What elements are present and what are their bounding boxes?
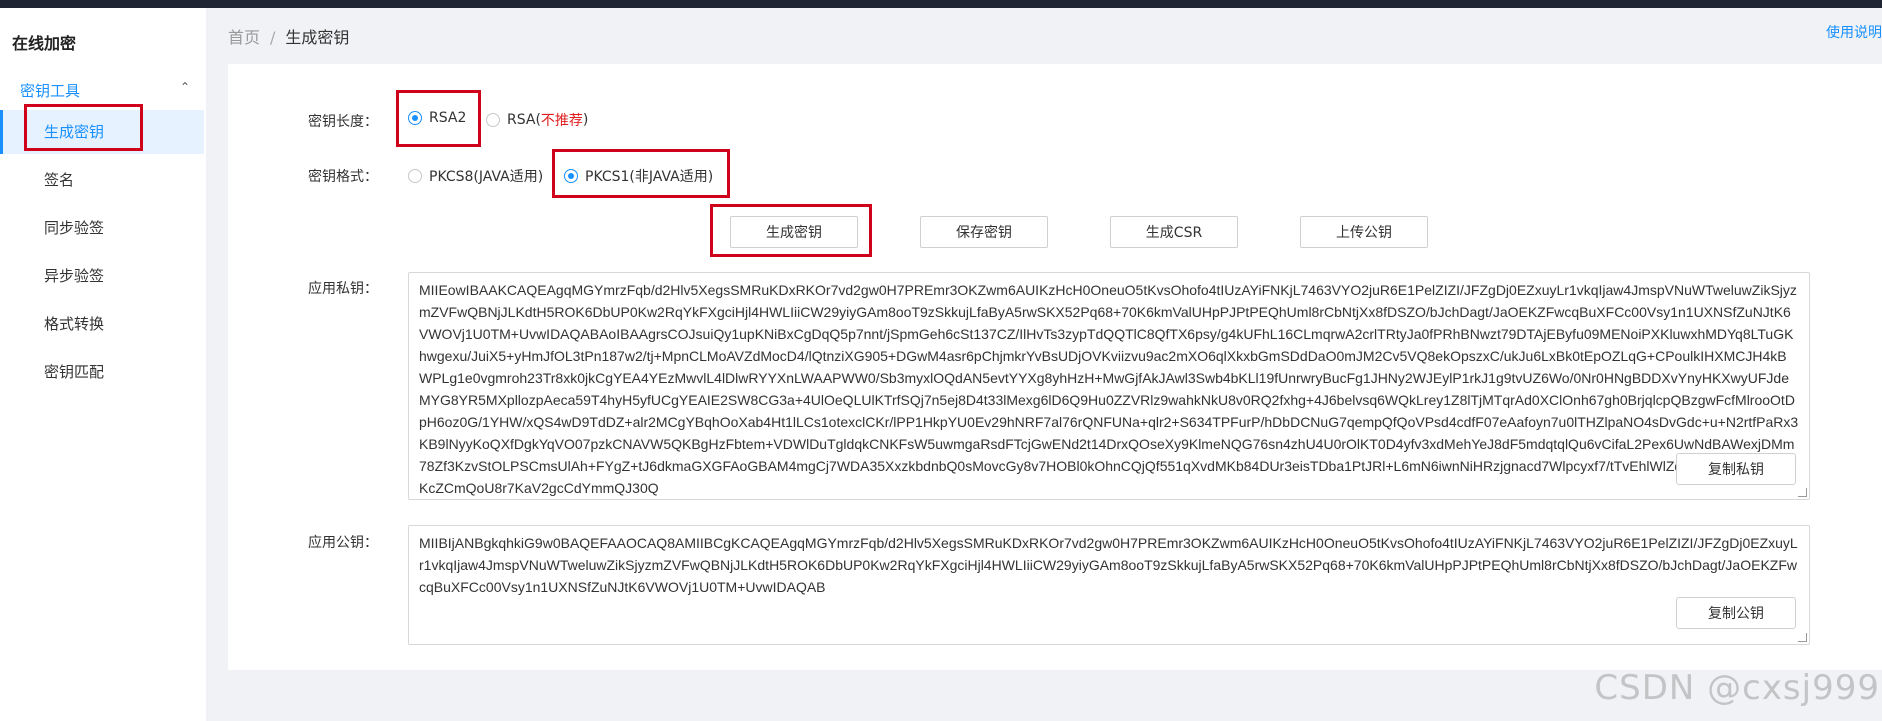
public-key-textarea[interactable]: MIIBIjANBgkqhkiG9w0BAQEFAAOCAQ8AMIIBCgKC… — [408, 525, 1810, 645]
radio-unselected-icon — [486, 113, 500, 127]
radio-rsa2-label: RSA2 — [429, 110, 467, 126]
public-key-label: 应用公钥： — [308, 535, 378, 551]
sidebar-item-label: 密钥匹配 — [44, 363, 105, 381]
sidebar: 在线加密 密钥工具 ⌃ 生成密钥 签名 同步验签 异步验签 格式转换 密钥匹配 — [0, 8, 206, 721]
breadcrumb: 首页 / 生成密钥 — [228, 24, 349, 48]
sidebar-item-sign[interactable]: 签名 — [0, 158, 204, 202]
sidebar-item-label: 签名 — [44, 171, 75, 189]
radio-selected-icon — [408, 111, 422, 125]
key-length-label: 密钥长度： — [308, 114, 378, 130]
sidebar-item-label: 同步验签 — [44, 219, 105, 237]
public-key-value: MIIBIjANBgkqhkiG9w0BAQEFAAOCAQ8AMIIBCgKC… — [419, 535, 1798, 595]
sidebar-group-key-tools[interactable]: 密钥工具 ⌃ — [20, 80, 190, 100]
sidebar-group-label: 密钥工具 — [20, 82, 81, 100]
breadcrumb-current: 生成密钥 — [285, 28, 350, 47]
sidebar-item-label: 生成密钥 — [44, 123, 105, 141]
key-format-label: 密钥格式： — [308, 169, 378, 185]
app-title: 在线加密 — [12, 34, 77, 53]
upload-public-key-button[interactable]: 上传公钥 — [1300, 216, 1428, 248]
radio-pkcs1[interactable]: PKCS1(非JAVA适用) — [564, 166, 713, 186]
not-recommended-note: 不推荐 — [540, 113, 583, 129]
radio-pkcs1-label: PKCS1(非JAVA适用) — [585, 169, 714, 185]
copy-public-key-button[interactable]: 复制公钥 — [1676, 597, 1796, 629]
save-key-button[interactable]: 保存密钥 — [920, 216, 1048, 248]
radio-pkcs8-label: PKCS8(JAVA适用) — [429, 169, 544, 185]
private-key-label: 应用私钥： — [308, 281, 378, 297]
breadcrumb-home[interactable]: 首页 — [228, 28, 260, 47]
radio-rsa2[interactable]: RSA2 — [408, 110, 466, 126]
watermark: CSDN @cxsj999 — [1594, 668, 1880, 708]
copy-private-key-button[interactable]: 复制私钥 — [1676, 453, 1796, 485]
private-key-value: MIIEowIBAAKCAQEAgqMGYmrzFqb/d2Hlv5XegsSM… — [419, 282, 1799, 496]
chevron-up-icon: ⌃ — [179, 80, 190, 94]
sidebar-item-generate-key[interactable]: 生成密钥 — [0, 110, 204, 154]
radio-rsa-suffix: ) — [582, 112, 589, 128]
private-key-textarea[interactable]: MIIEowIBAAKCAQEAgqMGYmrzFqb/d2Hlv5XegsSM… — [408, 272, 1810, 500]
radio-selected-icon — [564, 169, 578, 183]
radio-unselected-icon — [408, 169, 422, 183]
radio-rsa-label: RSA( — [507, 112, 541, 128]
radio-rsa[interactable]: RSA(不推荐) — [486, 110, 588, 130]
top-bar — [0, 0, 1882, 8]
resize-handle-icon[interactable] — [1798, 488, 1807, 497]
help-link[interactable]: 使用说明 — [1826, 22, 1882, 42]
generate-csr-button[interactable]: 生成CSR — [1110, 216, 1238, 248]
sidebar-item-sync-verify[interactable]: 同步验签 — [0, 206, 204, 250]
breadcrumb-separator: / — [270, 28, 276, 47]
generate-key-button[interactable]: 生成密钥 — [730, 216, 858, 248]
sidebar-item-label: 异步验签 — [44, 267, 105, 285]
sidebar-item-format-convert[interactable]: 格式转换 — [0, 302, 204, 346]
radio-pkcs8[interactable]: PKCS8(JAVA适用) — [408, 166, 543, 186]
sidebar-item-async-verify[interactable]: 异步验签 — [0, 254, 204, 298]
sidebar-item-label: 格式转换 — [44, 315, 105, 333]
sidebar-item-key-match[interactable]: 密钥匹配 — [0, 350, 204, 394]
resize-handle-icon[interactable] — [1798, 633, 1807, 642]
